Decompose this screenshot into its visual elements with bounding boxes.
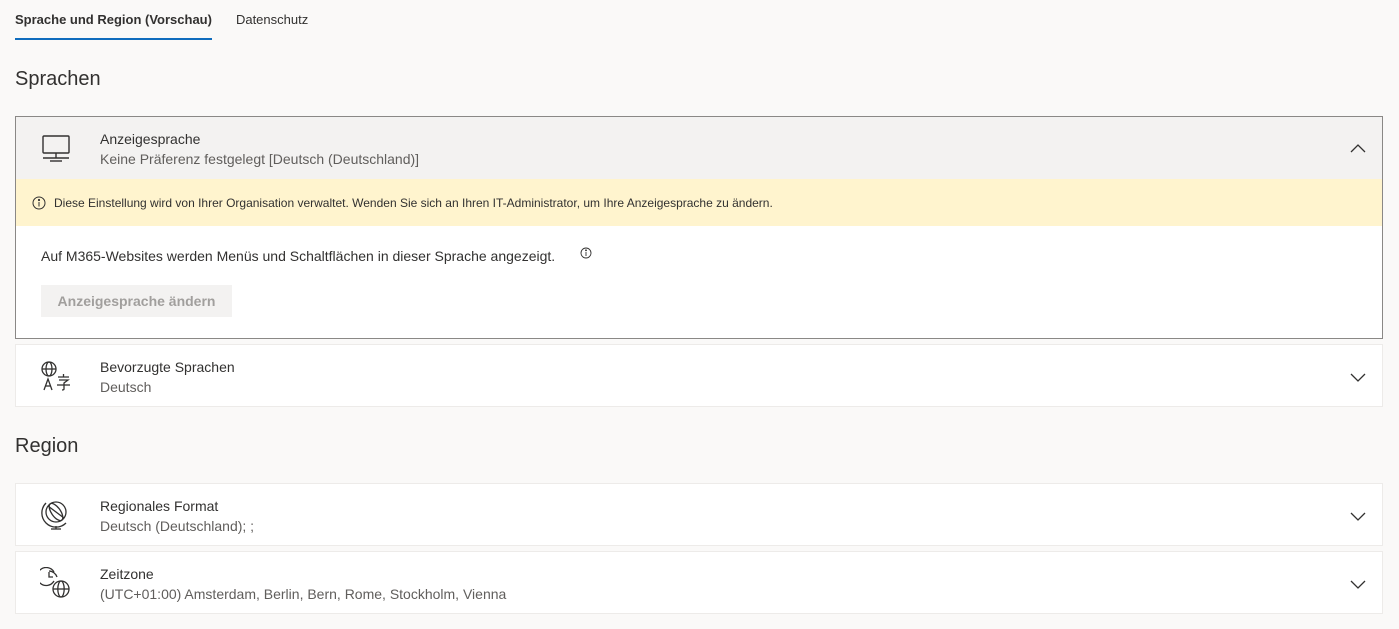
tab-privacy[interactable]: Datenschutz [236,0,308,40]
language-icon [40,360,72,392]
regional-format-value: Deutsch (Deutschland); ; [100,518,255,534]
globe-icon [40,499,72,531]
notice-text: Diese Einstellung wird von Ihrer Organis… [54,195,773,210]
chevron-down-icon[interactable] [1348,506,1368,526]
preferred-languages-title: Bevorzugte Sprachen [100,359,235,375]
preferred-languages-value: Deutsch [100,379,152,395]
time-zone-value: (UTC+01:00) Amsterdam, Berlin, Bern, Rom… [100,586,507,602]
display-language-header[interactable]: Anzeigesprache Keine Präferenz festgeleg… [16,117,1382,179]
display-language-description: Auf M365-Websites werden Menüs und Schal… [41,248,556,264]
display-language-body: Auf M365-Websites werden Menüs und Schal… [16,226,1382,338]
time-zone-header[interactable]: Zeitzone (UTC+01:00) Amsterdam, Berlin, … [16,552,1382,614]
section-title-region: Region [15,435,79,457]
chevron-up-icon[interactable] [1348,139,1368,159]
regional-format-header[interactable]: Regionales Format Deutsch (Deutschland);… [16,484,1382,546]
clock-globe-icon [40,567,72,599]
chevron-down-icon[interactable] [1348,574,1368,594]
preferred-languages-header[interactable]: Bevorzugte Sprachen Deutsch [16,345,1382,407]
info-icon[interactable] [580,247,592,259]
display-language-card: Anzeigesprache Keine Präferenz festgeleg… [15,116,1383,339]
regional-format-card: Regionales Format Deutsch (Deutschland);… [15,483,1383,546]
chevron-down-icon[interactable] [1348,367,1368,387]
info-icon [32,196,46,209]
monitor-icon [40,132,72,164]
time-zone-card: Zeitzone (UTC+01:00) Amsterdam, Berlin, … [15,551,1383,614]
section-title-languages: Sprachen [15,68,101,90]
managed-setting-notice: Diese Einstellung wird von Ihrer Organis… [16,179,1382,226]
change-display-language-button[interactable]: Anzeigesprache ändern [41,285,232,317]
preferred-languages-card: Bevorzugte Sprachen Deutsch [15,344,1383,407]
regional-format-title: Regionales Format [100,498,219,514]
tab-language-region[interactable]: Sprache und Region (Vorschau) [15,0,212,40]
time-zone-title: Zeitzone [100,566,154,582]
tab-bar: Sprache und Region (Vorschau) Datenschut… [15,0,332,40]
display-language-title: Anzeigesprache [100,131,201,147]
display-language-value: Keine Präferenz festgelegt [Deutsch (Deu… [100,151,420,167]
